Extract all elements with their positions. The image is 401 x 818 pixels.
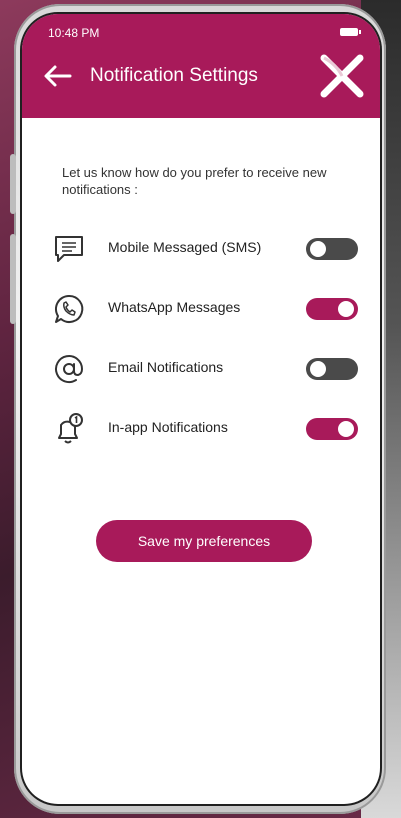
whatsapp-icon <box>54 294 84 323</box>
arrow-left-icon <box>44 65 72 87</box>
toggle-knob <box>310 361 326 377</box>
option-label-email: Email Notifications <box>108 359 224 375</box>
bell-icon <box>58 413 83 444</box>
phone-side-button <box>10 234 16 324</box>
inapp-toggle[interactable] <box>306 418 358 440</box>
toggle-knob <box>338 421 354 437</box>
app-header: 10:48 PM Notification Settings <box>22 14 380 118</box>
email-toggle[interactable] <box>306 358 358 380</box>
sms-icon <box>55 236 83 262</box>
option-row-whatsapp: WhatsApp Messages <box>50 288 360 328</box>
option-label-inapp: In-app Notifications <box>108 419 228 435</box>
battery-icon <box>340 28 361 36</box>
app-screen: 10:48 PM Notification Settings Let us kn… <box>22 14 380 804</box>
back-button[interactable] <box>42 64 72 88</box>
option-label-sms: Mobile Messaged (SMS) <box>108 239 262 255</box>
option-label-whatsapp: WhatsApp Messages <box>108 299 241 315</box>
whatsapp-toggle[interactable] <box>306 298 358 320</box>
intro-text: Let us know how do you prefer to receive… <box>62 165 327 197</box>
toggle-knob <box>338 301 354 317</box>
sms-toggle[interactable] <box>306 238 358 260</box>
page-title: Notification Settings <box>90 65 258 86</box>
option-row-sms: Mobile Messaged (SMS) <box>50 228 360 268</box>
phone-side-button <box>10 154 16 214</box>
at-icon <box>55 355 84 383</box>
option-row-email: Email Notifications <box>50 348 360 388</box>
status-time: 10:48 PM <box>48 26 100 40</box>
toggle-knob <box>310 241 326 257</box>
x-logo-icon <box>320 54 364 98</box>
option-row-inapp: In-app Notifications <box>50 408 360 448</box>
save-preferences-button[interactable]: Save my preferences <box>96 520 312 562</box>
